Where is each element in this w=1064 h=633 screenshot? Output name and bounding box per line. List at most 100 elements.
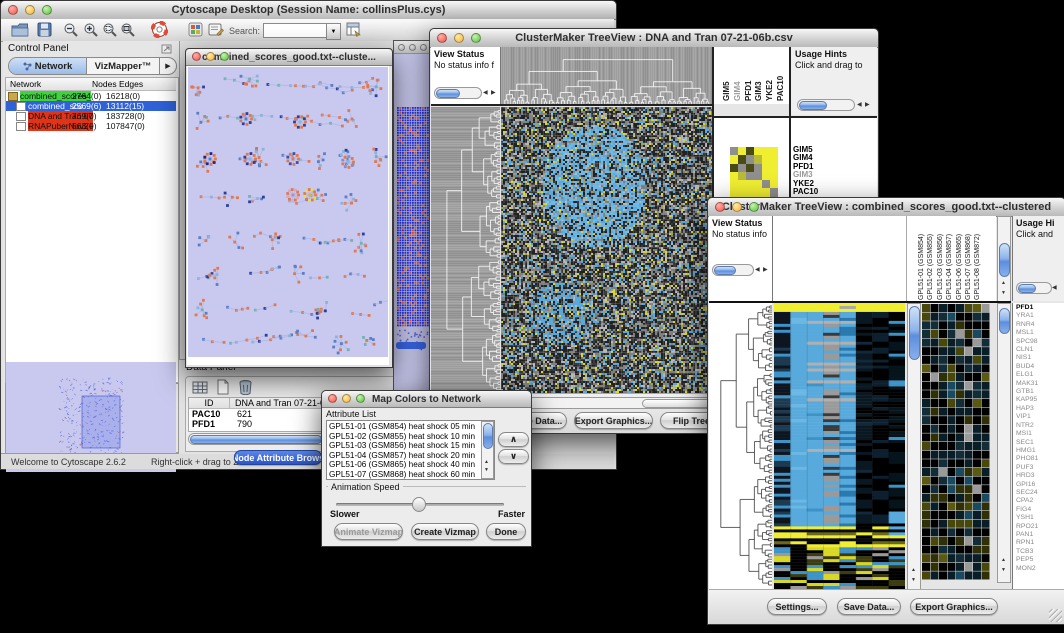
dense-network-canvas[interactable]	[394, 54, 430, 402]
attribute-list-item[interactable]: GPL51-07 (GSM868) heat shock 60 min	[329, 470, 492, 480]
tv1-row-dendrogram[interactable]	[431, 107, 500, 393]
matrix-cell[interactable]	[754, 147, 762, 155]
minimize-button[interactable]	[342, 394, 351, 403]
window-controls[interactable]	[8, 5, 52, 15]
column-header[interactable]: Nodes	[92, 79, 117, 89]
zoom-selected-icon[interactable]	[120, 22, 136, 38]
matrix-cell[interactable]	[754, 180, 762, 188]
gene-label[interactable]: HAP3	[1016, 405, 1064, 413]
zoom-button[interactable]	[749, 202, 759, 212]
matrix-cell[interactable]	[738, 172, 746, 180]
close-button[interactable]	[328, 394, 337, 403]
scroll-right-icon[interactable]: ▶	[763, 266, 768, 274]
matrix-cell[interactable]	[754, 188, 762, 196]
gene-label[interactable]: YSH1	[1016, 514, 1064, 522]
gene-label[interactable]: CPA2	[1016, 497, 1064, 505]
zoom-button[interactable]	[471, 33, 481, 43]
matrix-cell[interactable]	[730, 180, 738, 188]
minimize-button[interactable]	[25, 5, 35, 15]
gene-label[interactable]: FIG4	[1016, 506, 1064, 514]
matrix-cell[interactable]	[762, 164, 770, 172]
matrix-cell[interactable]	[762, 147, 770, 155]
vizmap-shortcut-icon[interactable]	[188, 22, 203, 37]
scroll-right-icon[interactable]: ▶	[865, 101, 870, 109]
gene-label[interactable]: KAP95	[1016, 396, 1064, 404]
gene-label[interactable]: PAN1	[1016, 531, 1064, 539]
import-table-icon[interactable]	[346, 22, 362, 37]
gene-label[interactable]: TCB3	[1016, 548, 1064, 556]
attribute-list-item[interactable]: GPL51-01 (GSM854) heat shock 05 min	[329, 422, 492, 432]
scroll-left-icon[interactable]: ◀	[483, 89, 488, 97]
matrix-cell[interactable]	[730, 147, 738, 155]
tab-network[interactable]: Network	[9, 58, 87, 74]
column-header[interactable]: ID	[189, 398, 230, 408]
tv1-hscrollbar[interactable]	[501, 397, 715, 409]
tv2-hints-scrollbar[interactable]	[1016, 282, 1052, 294]
matrix-cell[interactable]	[746, 164, 754, 172]
matrix-cell[interactable]	[730, 164, 738, 172]
tv1-status-scrollbar[interactable]	[434, 87, 482, 99]
minimize-button[interactable]	[454, 33, 464, 43]
network-table-row[interactable]: DNA and Tran 07769(0)183728(0)	[6, 111, 176, 121]
main-title-bar[interactable]: Cytoscape Desktop (Session Name: collins…	[1, 1, 616, 20]
annotation-icon[interactable]	[208, 22, 224, 37]
birdseye-view[interactable]	[5, 383, 179, 453]
attribute-list-item[interactable]: GPL51-06 (GSM865) heat shock 40 min	[329, 460, 492, 470]
gene-label[interactable]: PEP5	[1016, 556, 1064, 564]
tv2-heatmap[interactable]	[774, 303, 905, 589]
tv2-status-scrollbar[interactable]	[712, 264, 754, 276]
matrix-cell[interactable]	[738, 180, 746, 188]
gene-label[interactable]: HMG1	[1016, 447, 1064, 455]
gene-label[interactable]: MSI1	[1016, 430, 1064, 438]
matrix-cell[interactable]	[770, 155, 778, 163]
node-attribute-browser-tab[interactable]: Node Attribute Brows	[234, 450, 322, 465]
tab-overflow-arrow[interactable]: ▶	[159, 58, 176, 74]
minimize-button[interactable]	[206, 52, 215, 61]
column-header[interactable]: Edges	[119, 79, 143, 89]
matrix-cell[interactable]	[770, 147, 778, 155]
attribute-list-item[interactable]: GPL51-04 (GSM857) heat shock 20 min	[329, 451, 492, 461]
tv2-gene-list[interactable]: PFD1YRA1RNR4MSL1SPC98CLN1NIS1BUD4ELG1MAK…	[1012, 303, 1064, 589]
matrix-cell[interactable]	[754, 155, 762, 163]
matrix-cell[interactable]	[770, 172, 778, 180]
gene-label[interactable]: RPN1	[1016, 539, 1064, 547]
create-vizmap-button[interactable]: Create Vizmap	[411, 523, 479, 540]
zoom-fit-icon[interactable]	[102, 22, 118, 38]
tv1-export-graphics-button[interactable]: Export Graphics...	[574, 412, 653, 429]
gene-label[interactable]: GPI16	[1016, 481, 1064, 489]
tv2-row-dendrogram[interactable]	[709, 303, 772, 589]
minimize-button[interactable]	[732, 202, 742, 212]
gene-label[interactable]: CLN1	[1016, 346, 1064, 354]
save-icon[interactable]	[37, 22, 52, 37]
zoom-button[interactable]	[356, 394, 365, 403]
background-network-window[interactable]	[393, 40, 431, 404]
close-button[interactable]	[398, 44, 405, 51]
matrix-cell[interactable]	[770, 164, 778, 172]
minimize-button[interactable]	[409, 44, 416, 51]
gene-label[interactable]: PFD1	[1016, 304, 1064, 312]
open-folder-icon[interactable]	[11, 22, 29, 37]
gene-label[interactable]: NIS1	[1016, 354, 1064, 362]
move-up-button[interactable]: ∧	[498, 432, 529, 447]
zoom-button[interactable]	[420, 44, 427, 51]
table-mode-icon[interactable]	[192, 380, 209, 395]
delete-attribute-icon[interactable]	[238, 379, 253, 395]
tv2-settings-button[interactable]: Settings...	[767, 598, 827, 615]
tv1-heatmap[interactable]	[501, 107, 712, 393]
gene-label[interactable]: MON2	[1016, 565, 1064, 573]
column-header[interactable]: Network	[10, 79, 41, 89]
close-button[interactable]	[8, 5, 18, 15]
network-canvas[interactable]	[188, 67, 388, 357]
animate-vizmap-button[interactable]: Animate Vizmap	[334, 523, 403, 540]
move-down-button[interactable]: ∨	[498, 449, 529, 464]
matrix-cell[interactable]	[730, 155, 738, 163]
matrix-cell[interactable]	[746, 155, 754, 163]
gene-label[interactable]: SEC24	[1016, 489, 1064, 497]
matrix-cell[interactable]	[746, 172, 754, 180]
close-button[interactable]	[437, 33, 447, 43]
matrix-cell[interactable]	[738, 188, 746, 196]
gene-label[interactable]: MSL1	[1016, 329, 1064, 337]
attribute-list-scrollbar[interactable]: ▲ ▼	[481, 421, 494, 479]
gene-label[interactable]: HRD3	[1016, 472, 1064, 480]
gene-label[interactable]: RPO21	[1016, 523, 1064, 531]
